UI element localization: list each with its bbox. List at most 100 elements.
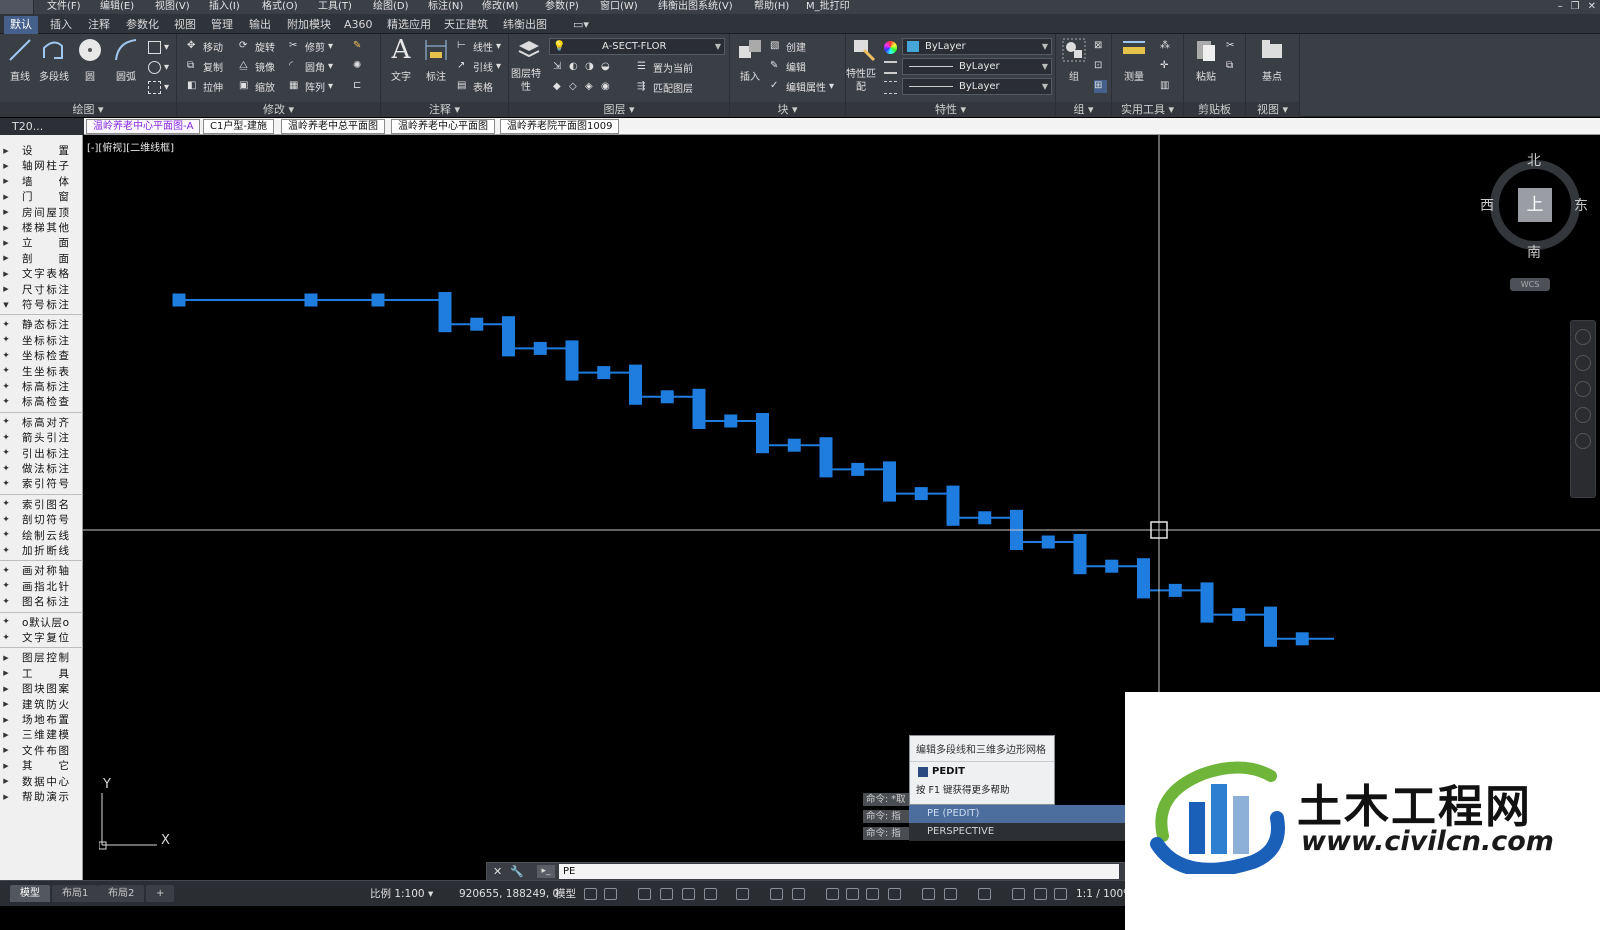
ribbon-tab-toggle-icon[interactable]: ▭▾ [567, 16, 595, 34]
vertex-grip[interactable] [438, 292, 452, 333]
palette-item[interactable]: ✦ 标高对齐 [0, 415, 83, 430]
midpoint-grip[interactable] [724, 414, 738, 428]
midpoint-grip[interactable] [597, 366, 611, 380]
ortho-icon[interactable] [682, 888, 695, 900]
midpoint-grip[interactable] [1232, 608, 1246, 622]
stair-polyline[interactable] [172, 292, 1335, 647]
move-button[interactable]: ✥ 移动 [187, 37, 223, 55]
copy-clip-icon[interactable]: ⧉ [1226, 57, 1239, 75]
layer-tools-row2[interactable]: ◆ ◇ ◈ ◉ [553, 78, 614, 96]
palette-item[interactable]: ✦ 生坐标表 [0, 364, 83, 379]
vertex-grip[interactable] [1137, 558, 1150, 599]
layer-dropdown[interactable]: 💡 A-SECT-FLOR ▼ [549, 38, 725, 55]
group-title-block[interactable]: 块 ▾ [730, 102, 845, 117]
palette-item[interactable]: ✦ 图名标注 [0, 594, 83, 609]
arc-button[interactable]: 圆弧 [108, 36, 144, 83]
insert-block-button[interactable]: 插入 [732, 36, 768, 83]
vertex-grip[interactable] [1264, 606, 1277, 647]
wcs-menu[interactable]: WCS [1510, 278, 1550, 291]
group-title-modify[interactable]: 修改 ▾ [177, 102, 380, 117]
menu-draw[interactable]: 绘图(D) [373, 0, 409, 13]
group-select-icon[interactable]: ⊞ [1094, 77, 1107, 95]
palette-item[interactable]: ✦ 加折断线 [0, 543, 83, 558]
palette-item[interactable]: ✦ 箭头引注 [0, 430, 83, 445]
vertex-grip[interactable] [756, 413, 769, 454]
palette-item[interactable]: ✦ 坐标检查 [0, 348, 83, 363]
text-button[interactable]: A 文字 [383, 36, 419, 83]
group-title-clipboard[interactable]: 剪贴板 [1184, 102, 1245, 117]
palette-item[interactable]: ▶ 门 窗 [0, 189, 83, 204]
menu-batch-plot[interactable]: M_批打印 [806, 0, 850, 13]
palette-item[interactable]: ▶ 设 置 [0, 143, 83, 158]
vertex-grip[interactable] [304, 293, 318, 307]
stretch-button[interactable]: ◧ 拉伸 [187, 77, 223, 95]
vertex-grip[interactable] [819, 437, 833, 478]
linear-dim-button[interactable]: ⊢ 线性 ▾ [457, 37, 501, 55]
hatch-button[interactable]: ▾ [148, 58, 169, 76]
restore-icon[interactable]: ❐ [1571, 0, 1580, 13]
polar-tracking-icon[interactable] [704, 888, 717, 900]
close-icon[interactable]: ✕ [1588, 0, 1596, 13]
midpoint-grip[interactable] [978, 511, 992, 525]
autocomplete-command[interactable]: PEDIT [910, 762, 1054, 781]
snap-icon[interactable] [604, 888, 617, 900]
palette-item[interactable]: ✦ 剖切符号 [0, 512, 83, 527]
quick-select-icon[interactable]: ⁂ [1160, 37, 1173, 55]
group-edit-icon[interactable]: ⊡ [1094, 57, 1107, 75]
viewcube-top-face[interactable]: 上 [1518, 188, 1552, 222]
explode-button[interactable]: ✺ [353, 57, 366, 75]
menu-output-system[interactable]: 纬衡出图系统(V) [658, 0, 733, 13]
ribbon-tab-a360[interactable]: A360 [338, 16, 379, 34]
menu-insert[interactable]: 插入(I) [209, 0, 240, 13]
palette-item[interactable]: ✦ 静态标注 [0, 317, 83, 332]
layout-tab-layout2[interactable]: 布局2 [98, 885, 145, 902]
polyline-path[interactable] [179, 299, 1334, 640]
palette-item[interactable]: ✦ 绘制云线 [0, 528, 83, 543]
vertex-grip[interactable] [1073, 534, 1087, 575]
table-button[interactable]: ▤ 表格 [457, 77, 493, 95]
ribbon-tab-annotate[interactable]: 注释 [82, 16, 116, 34]
close-command-icon[interactable]: ✕ [493, 865, 502, 878]
boundary-button[interactable]: ▾ [148, 78, 169, 96]
scale-selector[interactable]: 比例 1:100 ▾ [370, 886, 433, 902]
vertex-grip[interactable] [172, 293, 186, 307]
array-button[interactable]: ▦ 阵列 ▾ [289, 77, 333, 95]
edit-attributes-button[interactable]: ✓ 编辑属性 ▾ [770, 77, 834, 95]
command-prompt-icon[interactable]: ▸_ [537, 865, 555, 878]
ribbon-tab-default[interactable]: 默认 [4, 16, 38, 34]
group-title-group[interactable]: 组 ▾ [1056, 102, 1111, 117]
add-layout-button[interactable]: + [146, 885, 175, 902]
compass-east[interactable]: 东 [1574, 195, 1588, 215]
annotation-scale-icon[interactable] [1054, 888, 1067, 900]
menu-view[interactable]: 视图(V) [155, 0, 190, 13]
compass-north[interactable]: 北 [1527, 150, 1541, 170]
palette-item[interactable]: ✦ 画指北针 [0, 579, 83, 594]
orbit-icon[interactable] [1575, 407, 1591, 423]
offset-button[interactable]: ⊏ [353, 77, 366, 95]
minimize-icon[interactable]: – [1558, 0, 1563, 13]
copy-button[interactable]: ⧉ 复制 [187, 57, 223, 75]
palette-item[interactable]: ▶ 楼梯其他 [0, 220, 83, 235]
menu-window[interactable]: 窗口(W) [600, 0, 638, 13]
ribbon-tab-addins[interactable]: 附加模块 [281, 16, 337, 34]
dynamic-input-icon[interactable] [660, 888, 673, 900]
palette-item[interactable]: ▶ 建筑防火 [0, 697, 83, 712]
doc-tab-5[interactable]: 温岭养老院平面图1009 [500, 119, 620, 134]
palette-item[interactable]: ▼ 符号标注 [0, 297, 83, 312]
palette-item[interactable]: ✦ 标高检查 [0, 394, 83, 409]
viewcube[interactable]: 上 北 南 西 东 WCS [1480, 150, 1590, 300]
dynamic-ucs-icon[interactable] [922, 888, 935, 900]
customize-icon[interactable]: 🔧 [510, 865, 524, 878]
palette-item[interactable]: ▶ 场地布置 [0, 712, 83, 727]
steering-wheel-icon[interactable] [1575, 329, 1591, 345]
paste-button[interactable]: 粘贴 [1188, 36, 1224, 83]
palette-item[interactable]: ▶ 尺寸标注 [0, 282, 83, 297]
set-current-button[interactable]: ☰ 置为当前 [637, 58, 693, 76]
selection-cycling-icon[interactable] [866, 888, 879, 900]
object-snap-tracking-icon[interactable] [770, 888, 783, 900]
t20-palette-title[interactable]: T20... [0, 118, 84, 135]
ungroup-icon[interactable]: ⊠ [1094, 37, 1107, 55]
selection-filter-icon[interactable] [944, 888, 957, 900]
midpoint-grip[interactable] [1295, 632, 1309, 646]
palette-item[interactable]: ▶ 三维建模 [0, 727, 83, 742]
